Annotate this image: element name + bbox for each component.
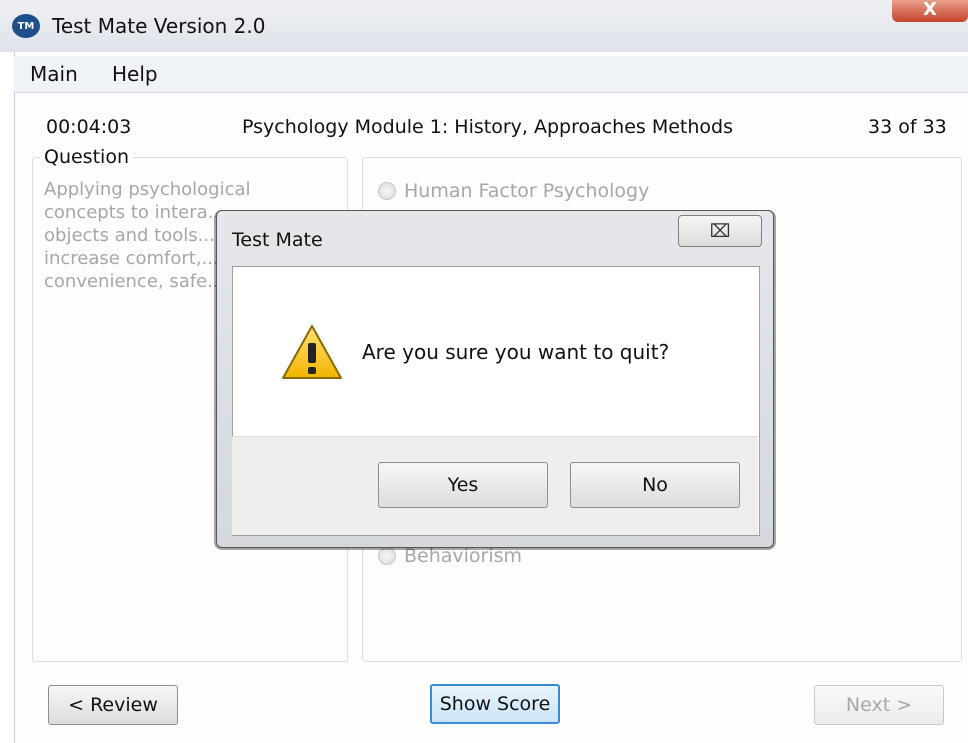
next-button[interactable]: Next > xyxy=(814,685,944,725)
answer-label: Human Factor Psychology xyxy=(404,180,650,202)
answer-option[interactable]: Human Factor Psychology xyxy=(378,180,649,202)
dialog-message: Are you sure you want to quit? xyxy=(362,340,670,364)
menu-help[interactable]: Help xyxy=(112,62,158,86)
show-score-button[interactable]: Show Score xyxy=(430,684,560,724)
menu-bar: Main Help xyxy=(14,56,968,93)
app-logo-icon: TM xyxy=(12,14,40,38)
menu-main[interactable]: Main xyxy=(30,62,78,86)
warning-icon xyxy=(282,325,342,379)
title-bar: TM Test Mate Version 2.0 X xyxy=(0,0,968,52)
review-button[interactable]: < Review xyxy=(48,685,178,725)
dialog-title: Test Mate xyxy=(232,229,323,251)
window-title: Test Mate Version 2.0 xyxy=(52,14,266,38)
dialog-close-button[interactable]: ⌧ xyxy=(678,215,762,247)
yes-button[interactable]: Yes xyxy=(378,462,548,508)
no-button[interactable]: No xyxy=(570,462,740,508)
question-counter: 33 of 33 xyxy=(868,116,947,138)
question-legend: Question xyxy=(40,146,133,168)
window-close-button[interactable]: X xyxy=(892,0,968,22)
module-title: Psychology Module 1: History, Approaches… xyxy=(242,116,734,138)
radio-button[interactable] xyxy=(378,182,396,200)
timer: 00:04:03 xyxy=(46,116,132,138)
